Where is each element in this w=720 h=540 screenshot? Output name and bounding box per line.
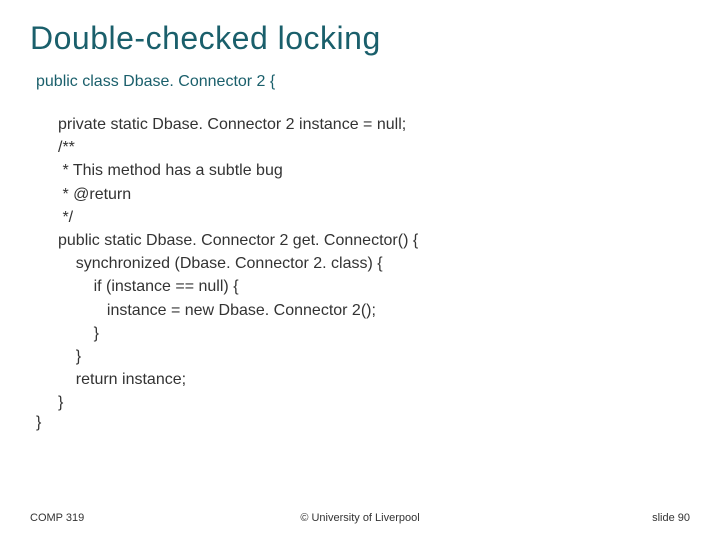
class-declaration: public class Dbase. Connector 2 {	[36, 73, 690, 91]
footer-center: © University of Liverpool	[0, 512, 720, 524]
slide: Double-checked locking public class Dbas…	[0, 0, 720, 540]
footer: COMP 319 © University of Liverpool slide…	[0, 512, 720, 524]
footer-left: COMP 319	[30, 512, 84, 524]
slide-title: Double-checked locking	[30, 20, 690, 57]
code-block: private static Dbase. Connector 2 instan…	[58, 113, 690, 414]
footer-right: slide 90	[652, 512, 690, 524]
class-close-brace: }	[36, 414, 690, 432]
